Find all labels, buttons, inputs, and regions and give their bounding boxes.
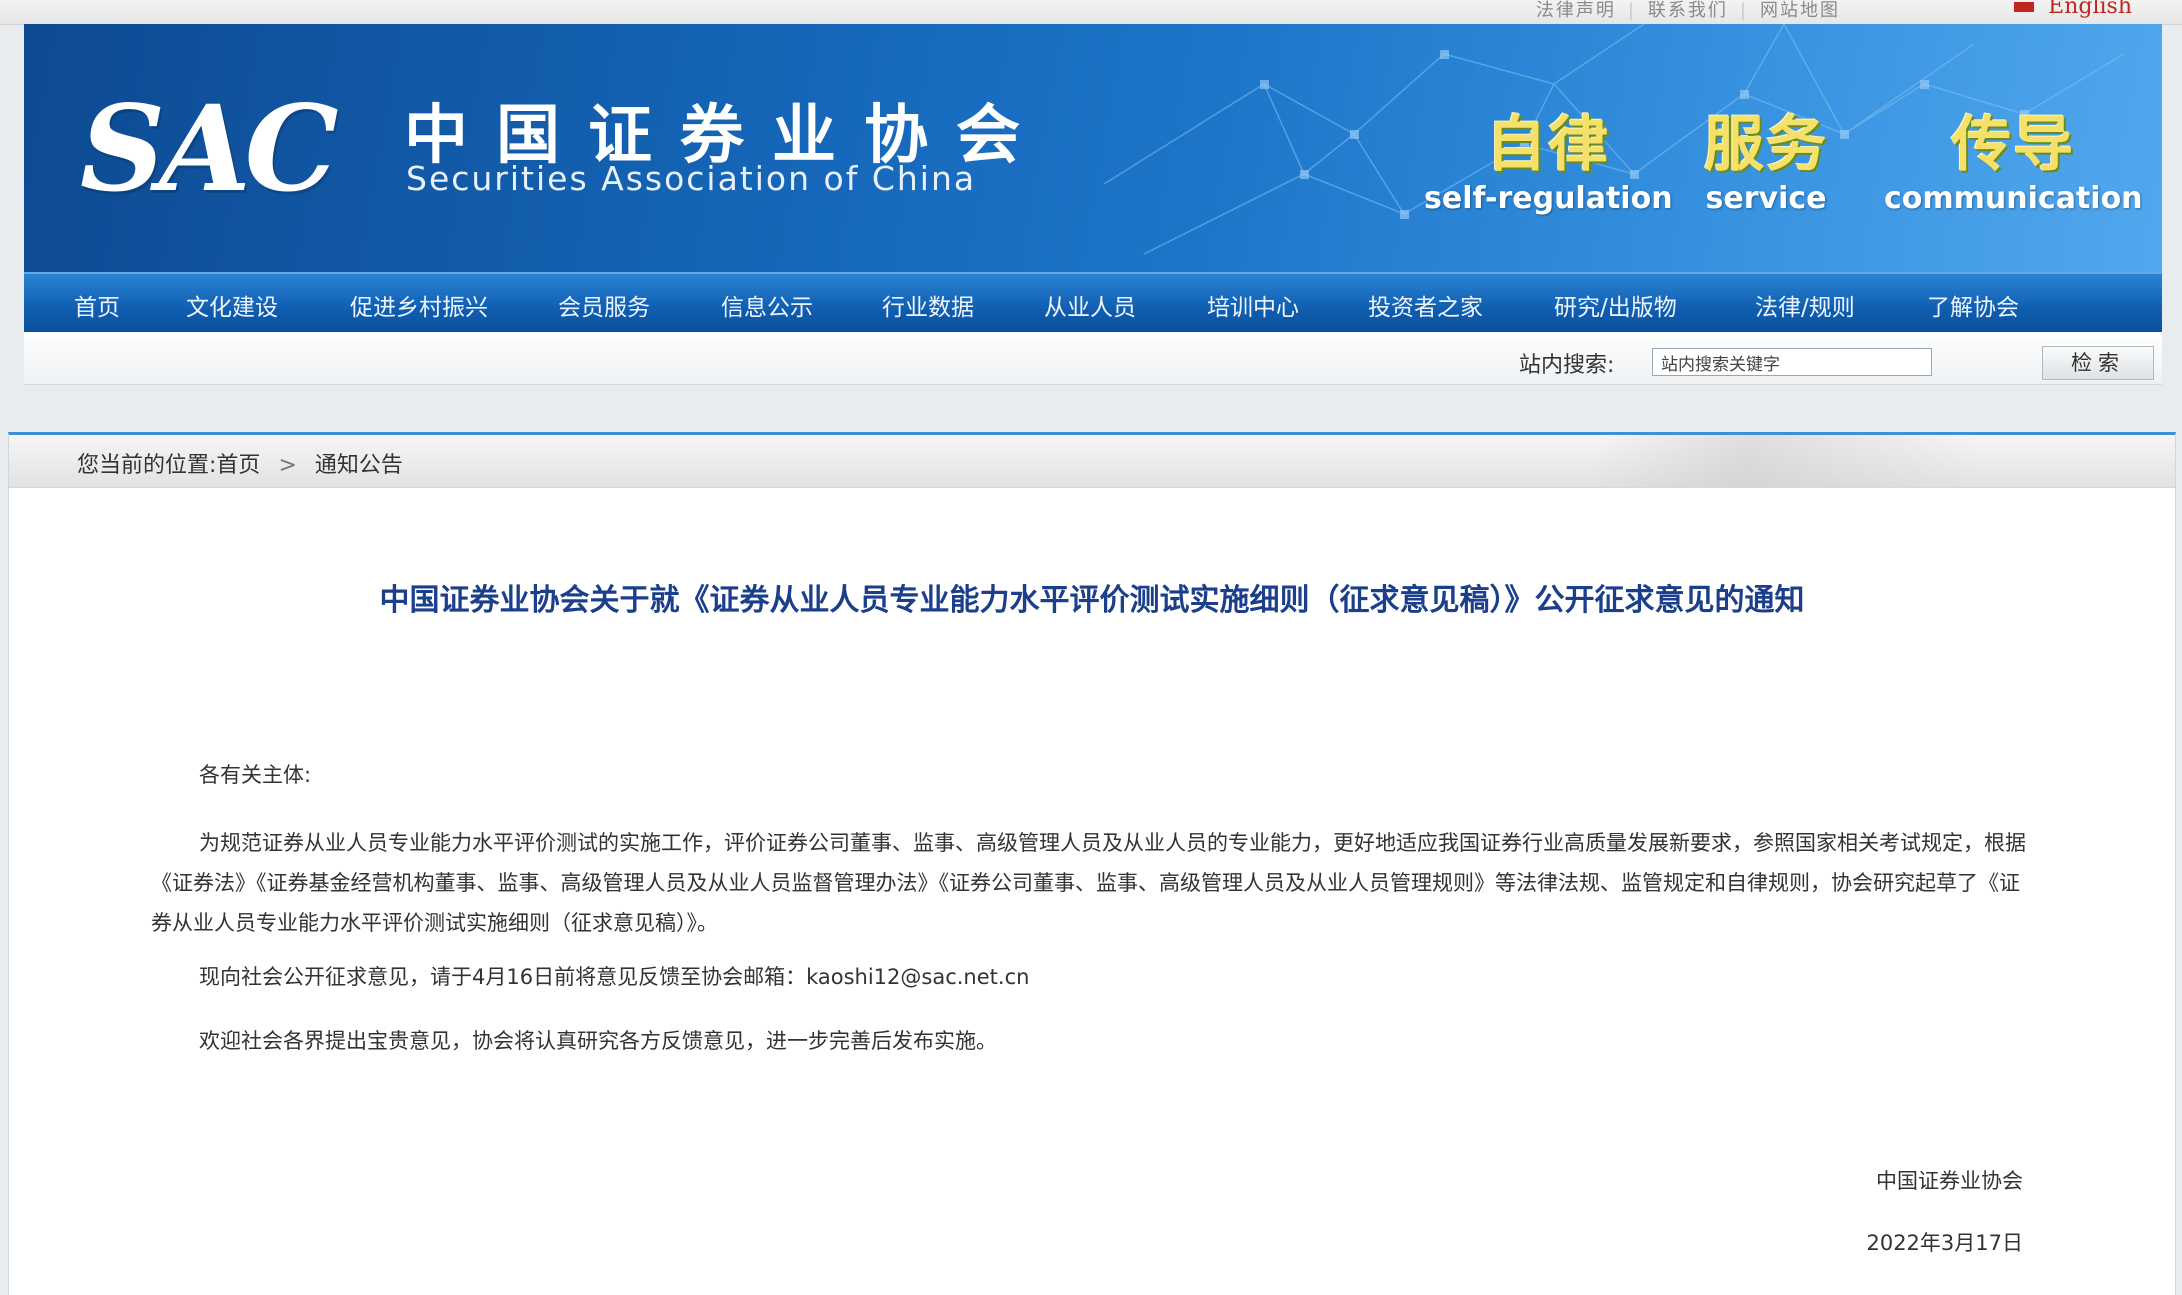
top-link-sitemap[interactable]: 网站地图 [1760, 0, 1840, 21]
search-input[interactable] [1652, 348, 1932, 376]
article-paragraph-feedback: 现向社会公开征求意见，请于4月16日前将意见反馈至协会邮箱：kaoshi12@s… [199, 965, 1030, 989]
article-paragraph-welcome: 欢迎社会各界提出宝贵意见，协会将认真研究各方反馈意见，进一步完善后发布实施。 [199, 1029, 997, 1053]
motto-zh: 传导 [1951, 110, 2076, 180]
breadcrumb-prefix: 您当前的位置: [77, 453, 217, 478]
nav-item-research[interactable]: 研究/出版物 [1554, 288, 1677, 322]
nav-item-investor[interactable]: 投资者之家 [1368, 288, 1483, 322]
nav-item-culture[interactable]: 文化建设 [186, 288, 278, 322]
nav-item-data[interactable]: 行业数据 [882, 288, 974, 322]
motto-zh: 服务 [1704, 110, 1828, 180]
motto-zh: 自律 [1486, 110, 1611, 180]
nav-item-home[interactable]: 首页 [74, 288, 120, 322]
article-signature: 中国证券业协会 [1876, 1169, 2023, 1193]
motto-communication: 传导 communication [1884, 96, 2143, 216]
content-panel: 您当前的位置:首页 > 通知公告 中国证券业协会关于就《证券从业人员专业能力水平评价… [8, 432, 2176, 1295]
top-link-contact[interactable]: 联系我们 [1648, 0, 1728, 21]
breadcrumb-current[interactable]: 通知公告 [315, 453, 403, 478]
nav-item-training[interactable]: 培训中心 [1207, 288, 1299, 322]
english-link[interactable]: English [2014, 0, 2132, 19]
article-body: 为规范证券从业人员专业能力水平评价测试的实施工作，评价证券公司董事、监事、高级管… [151, 831, 2026, 935]
article-title: 中国证券业协会关于就《证券从业人员专业能力水平评价测试实施细则（征求意见稿）》公… [379, 583, 1805, 618]
divider: | [1739, 0, 1748, 21]
nav-item-practitioners[interactable]: 从业人员 [1044, 288, 1136, 322]
breadcrumb-home[interactable]: 首页 [216, 453, 260, 478]
search-label: 站内搜索: [1519, 353, 1615, 378]
divider: | [1627, 0, 1636, 21]
english-link-label: English [2048, 0, 2132, 19]
motto-en: service [1705, 181, 1827, 216]
nav-item-rural[interactable]: 促进乡村振兴 [350, 288, 488, 322]
decoration [1595, 435, 1975, 487]
flag-icon [2014, 2, 2035, 12]
nav-item-about[interactable]: 了解协会 [1927, 288, 2019, 322]
top-utility-bar: 法律声明 | 联系我们 | 网站地图 English [0, 0, 2182, 25]
article-salutation: 各有关主体: [199, 763, 312, 787]
motto-service: 服务 service [1704, 96, 1828, 216]
network-decoration [1103, 24, 2125, 255]
search-bar: 站内搜索: 检索 [24, 332, 2162, 385]
breadcrumb: 您当前的位置:首页 > 通知公告 [9, 435, 2175, 488]
main-nav: 首页 文化建设 促进乡村振兴 会员服务 信息公示 行业数据 从业人员 培训中心 … [24, 272, 2162, 334]
top-link-legal[interactable]: 法律声明 [1536, 0, 1616, 21]
nav-item-disclosure[interactable]: 信息公示 [721, 288, 813, 322]
site-title-en: Securities Association of China [406, 159, 977, 198]
site-banner: SAC 中国证券业协会 Securities Association of Ch… [24, 24, 2162, 272]
motto-self-regulation: 自律 self-regulation [1424, 96, 1673, 216]
search-button[interactable]: 检索 [2042, 346, 2154, 380]
breadcrumb-separator: > [278, 453, 297, 478]
nav-item-law[interactable]: 法律/规则 [1755, 288, 1855, 322]
top-links: 法律声明 | 联系我们 | 网站地图 [1524, 0, 1852, 22]
motto-en: communication [1884, 181, 2143, 216]
motto-en: self-regulation [1424, 181, 1673, 216]
breadcrumb-trail: 您当前的位置:首页 > 通知公告 [77, 447, 403, 479]
nav-item-member[interactable]: 会员服务 [558, 288, 650, 322]
sac-logo[interactable]: SAC [80, 79, 339, 218]
article-date: 2022年3月17日 [1866, 1231, 2023, 1255]
